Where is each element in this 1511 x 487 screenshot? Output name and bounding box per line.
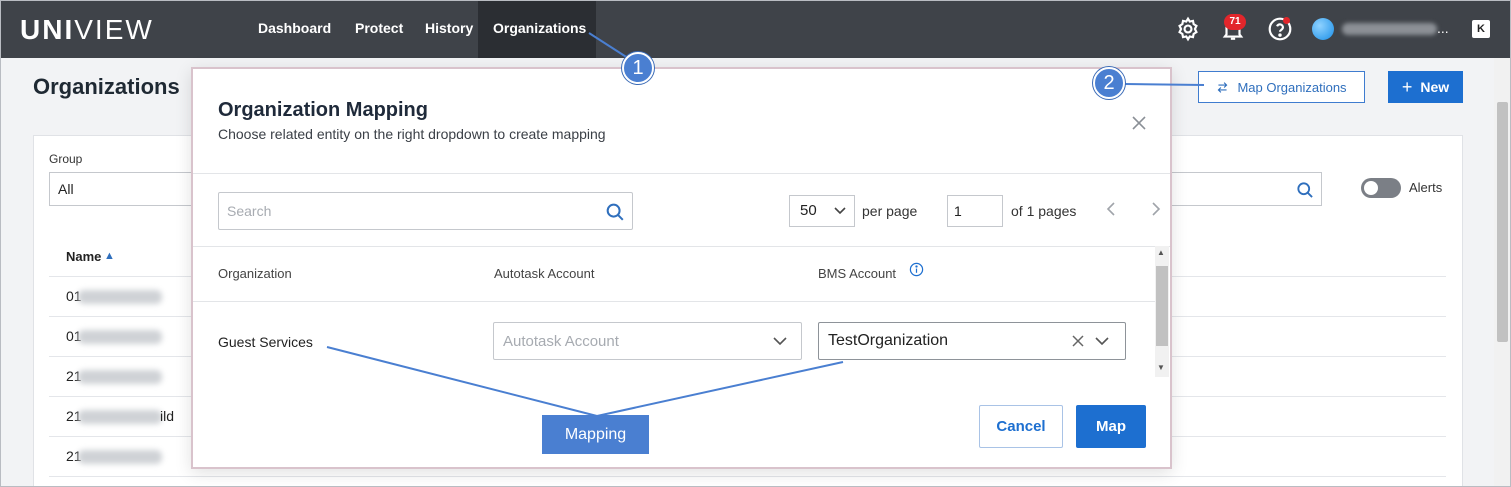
new-button[interactable]: + New — [1388, 71, 1463, 103]
page-number-input[interactable]: 1 — [947, 195, 1003, 227]
chevron-down-icon — [1095, 337, 1109, 346]
chevron-left-icon[interactable] — [1105, 201, 1117, 222]
modal-title: Organization Mapping — [218, 99, 428, 121]
modal-subtitle: Choose related entity on the right dropd… — [218, 126, 606, 142]
name-column-header[interactable]: Name — [66, 249, 101, 264]
callout-marker-2: 2 — [1093, 67, 1125, 99]
per-page-label: per page — [862, 203, 918, 219]
organization-cell: Guest Services — [218, 334, 313, 350]
chevron-down-icon — [834, 207, 846, 215]
clear-icon[interactable] — [1071, 334, 1085, 348]
row-divider — [49, 476, 1446, 477]
table-header-divider — [193, 301, 1155, 302]
modal-search-input[interactable] — [219, 193, 599, 229]
redacted-text — [78, 330, 162, 344]
search-icon — [1297, 182, 1313, 198]
group-label: Group — [49, 152, 83, 166]
help-alert-dot — [1283, 17, 1290, 24]
nav-history[interactable]: History — [425, 20, 473, 36]
chevron-down-icon — [773, 337, 787, 346]
autotask-account-select[interactable]: Autotask Account — [493, 322, 802, 360]
user-name-ellipsis: ... — [1437, 20, 1449, 36]
mapping-annotation-label: Mapping — [542, 415, 649, 454]
page-count-label: of 1 pages — [1011, 203, 1077, 219]
sort-ascending-icon[interactable]: ▲ — [104, 250, 115, 262]
search-icon[interactable] — [604, 201, 626, 223]
column-header-autotask-account: Autotask Account — [494, 266, 595, 281]
top-navigation-bar: UNIVIEW Dashboard Protect History Organi… — [0, 0, 1511, 58]
per-page-select[interactable]: 50 — [789, 195, 855, 227]
background-search-input[interactable] — [1170, 172, 1322, 206]
organization-mapping-modal: Organization Mapping Choose related enti… — [191, 67, 1172, 469]
group-select[interactable]: All — [49, 172, 199, 206]
column-header-organization: Organization — [218, 266, 292, 281]
nav-organizations[interactable]: Organizations — [493, 20, 586, 36]
bms-account-value: TestOrganization — [828, 332, 949, 349]
swap-icon — [1218, 81, 1228, 93]
page-title: Organizations — [33, 74, 180, 99]
new-label: New — [1420, 79, 1450, 95]
table-top-divider — [193, 246, 1170, 247]
autotask-account-placeholder: Autotask Account — [503, 333, 619, 350]
alerts-label: Alerts — [1409, 180, 1443, 195]
redacted-text — [78, 290, 162, 304]
gear-icon[interactable] — [1175, 16, 1201, 42]
info-icon[interactable] — [909, 262, 924, 277]
per-page-value: 50 — [800, 202, 817, 219]
avatar[interactable] — [1312, 18, 1334, 40]
close-icon[interactable] — [1129, 113, 1149, 133]
modal-scrollbar-thumb[interactable] — [1156, 266, 1168, 346]
row-text-suffix: ild — [160, 408, 175, 424]
cancel-button[interactable]: Cancel — [979, 405, 1063, 448]
plus-icon: + — [1401, 76, 1413, 97]
redacted-text — [78, 410, 162, 424]
redacted-text — [78, 370, 162, 384]
map-button[interactable]: Map — [1076, 405, 1146, 448]
nav-protect[interactable]: Protect — [355, 20, 403, 36]
modal-header-divider — [193, 173, 1170, 174]
column-header-bms-account: BMS Account — [818, 266, 897, 281]
map-organizations-label: Map Organizations — [1237, 79, 1347, 95]
uniview-logo[interactable]: UNIVIEW — [20, 14, 154, 46]
bms-account-select[interactable]: TestOrganization — [818, 322, 1126, 360]
scroll-down-arrow-icon[interactable]: ▼ — [1157, 363, 1165, 372]
modal-search-box — [218, 192, 633, 230]
alerts-toggle[interactable] — [1361, 178, 1401, 198]
chevron-right-icon[interactable] — [1150, 201, 1162, 222]
nav-dashboard[interactable]: Dashboard — [258, 20, 331, 36]
notification-badge: 71 — [1224, 14, 1246, 30]
scroll-up-arrow-icon[interactable]: ▲ — [1157, 248, 1165, 257]
map-organizations-button[interactable]: Map Organizations — [1198, 71, 1365, 103]
page-scrollbar-thumb[interactable] — [1497, 102, 1508, 342]
callout-marker-1: 1 — [622, 52, 654, 84]
user-name-redacted[interactable] — [1342, 23, 1437, 35]
redacted-text — [78, 450, 162, 464]
k-icon[interactable]: K — [1472, 20, 1490, 38]
